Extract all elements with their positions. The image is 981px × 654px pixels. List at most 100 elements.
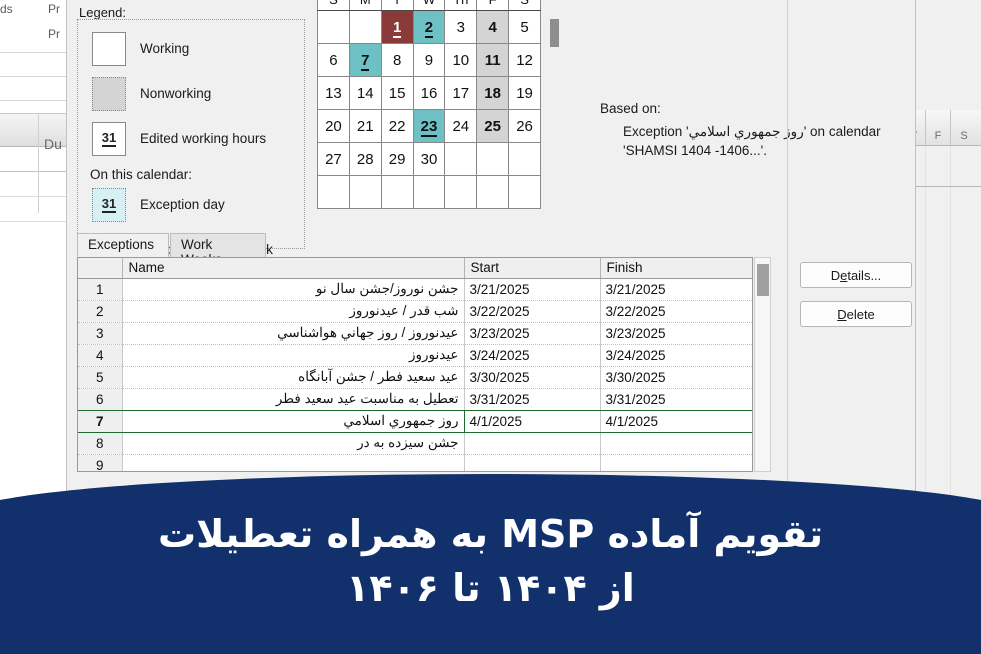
calendar-day-18[interactable]: 18 bbox=[476, 76, 510, 110]
table-row[interactable]: 1 جشن نوروز/جشن سال نو 3/21/2025 3/21/2025 bbox=[78, 278, 752, 301]
row-finish-cell[interactable]: 3/24/2025 bbox=[600, 344, 752, 367]
calendar-day-15[interactable]: 15 bbox=[380, 76, 414, 110]
row-finish-cell[interactable] bbox=[600, 432, 752, 455]
details-label-accel: e bbox=[840, 267, 848, 283]
calendar-scrollbar-thumb[interactable] bbox=[549, 18, 560, 48]
row-name-cell[interactable]: روز جمهوري اسلامي bbox=[121, 409, 465, 433]
row-finish-cell[interactable]: 3/21/2025 bbox=[600, 278, 752, 301]
legend-label-exception-day: Exception day bbox=[140, 197, 225, 212]
calendar-day-9[interactable]: 9 bbox=[412, 43, 446, 77]
row-start-cell[interactable] bbox=[464, 432, 601, 455]
calendar-day-24[interactable]: 24 bbox=[444, 109, 478, 143]
row-name-cell[interactable]: تعطيل به مناسبت عيد سعيد فطر bbox=[122, 388, 465, 411]
calendar-day-20[interactable]: 20 bbox=[317, 109, 350, 143]
details-label-post: tails... bbox=[847, 267, 882, 283]
calendar-week-row: 27 28 29 30 bbox=[317, 142, 541, 176]
change-working-time-dialog: Legend: Working Nonworking 31 Edited wor… bbox=[66, 0, 916, 520]
calendar-day-empty bbox=[317, 10, 350, 44]
row-index-cell[interactable]: 5 bbox=[78, 366, 123, 389]
table-row[interactable]: 8 جشن سيزده به در bbox=[78, 432, 752, 455]
calendar-day-12[interactable]: 12 bbox=[508, 43, 541, 77]
calendar-day-23[interactable]: 23 bbox=[412, 109, 446, 143]
table-row[interactable]: 9 bbox=[78, 454, 752, 471]
calendar-day-22[interactable]: 22 bbox=[380, 109, 414, 143]
row-finish-cell[interactable]: 3/31/2025 bbox=[600, 388, 752, 411]
calendar-day-30[interactable]: 30 bbox=[412, 142, 446, 176]
row-start-cell[interactable]: 3/24/2025 bbox=[464, 344, 601, 367]
calendar-day-3[interactable]: 3 bbox=[444, 10, 478, 44]
delete-button[interactable]: Delete bbox=[800, 301, 912, 327]
row-index-cell[interactable]: 3 bbox=[78, 322, 123, 345]
table-row[interactable]: 6 تعطيل به مناسبت عيد سعيد فطر 3/31/2025 3/… bbox=[78, 388, 752, 411]
row-finish-cell[interactable]: 4/1/2025 bbox=[600, 409, 752, 433]
row-index-cell[interactable]: 1 bbox=[78, 278, 123, 301]
calendar-day-16[interactable]: 16 bbox=[412, 76, 446, 110]
calendar-day-26[interactable]: 26 bbox=[508, 109, 541, 143]
row-start-cell[interactable]: 4/1/2025 bbox=[464, 409, 601, 433]
table-row[interactable]: 4 عيدنوروز 3/24/2025 3/24/2025 bbox=[78, 344, 752, 367]
legend-title: Legend: bbox=[79, 5, 126, 20]
exceptions-table[interactable]: Name Start Finish 1 جشن نوروز/جشن سال نو 3… bbox=[78, 258, 752, 471]
row-index-cell[interactable]: 4 bbox=[78, 344, 123, 367]
calendar-day-2[interactable]: 2 bbox=[412, 10, 446, 44]
row-index-cell[interactable]: 6 bbox=[78, 388, 123, 411]
calendar-day-28[interactable]: 28 bbox=[348, 142, 382, 176]
calendar-day-13[interactable]: 13 bbox=[317, 76, 350, 110]
row-start-cell[interactable]: 3/22/2025 bbox=[464, 300, 601, 323]
row-start-cell[interactable] bbox=[464, 454, 601, 471]
row-name-cell[interactable]: جشن نوروز/جشن سال نو bbox=[122, 278, 465, 301]
exceptions-scrollbar[interactable] bbox=[754, 257, 771, 472]
calendar-body: 1 2 3 4 5 6 7 8 9 10 11 12 13 14 15 16 17 18 19 20 21 22 23 24 2… bbox=[317, 10, 541, 209]
row-index-cell[interactable]: 8 bbox=[78, 432, 123, 455]
calendar-day-10[interactable]: 10 bbox=[444, 43, 478, 77]
calendar-day-25[interactable]: 25 bbox=[476, 109, 510, 143]
calendar-week-row: 1 2345 bbox=[317, 10, 541, 44]
exceptions-table-container[interactable]: Name Start Finish 1 جشن نوروز/جشن سال نو 3… bbox=[77, 257, 753, 472]
calendar-day-5[interactable]: 5 bbox=[508, 10, 541, 44]
calendar-day-4[interactable]: 4 bbox=[476, 10, 510, 44]
row-start-cell[interactable]: 3/23/2025 bbox=[464, 322, 601, 345]
row-start-cell[interactable]: 3/21/2025 bbox=[464, 278, 601, 301]
tab-work-weeks[interactable]: Work Weeks bbox=[170, 233, 266, 267]
calendar-day-6[interactable]: 6 bbox=[317, 43, 350, 77]
calendar-day-14[interactable]: 14 bbox=[348, 76, 382, 110]
row-name-cell[interactable]: عيدنوروز bbox=[122, 344, 465, 367]
row-name-cell[interactable]: عيدنوروز / روز جهاني هواشناسي bbox=[122, 322, 465, 345]
calendar-day-8[interactable]: 8 bbox=[380, 43, 414, 77]
table-row[interactable]: 2 شب قدر / عيدنوروز 3/22/2025 3/22/2025 bbox=[78, 300, 752, 323]
row-name-cell[interactable]: جشن سيزده به در bbox=[122, 432, 465, 455]
col-header-start: Start bbox=[464, 258, 601, 279]
tab-exceptions[interactable]: Exceptions bbox=[77, 233, 169, 257]
calendar-grid[interactable]: S M T W Th F S 1234567891011121314151617… bbox=[317, 0, 541, 209]
row-finish-cell[interactable] bbox=[600, 454, 752, 471]
row-finish-cell[interactable]: 3/22/2025 bbox=[600, 300, 752, 323]
row-name-cell[interactable]: عيد سعيد فطر / جشن آبانگاه bbox=[122, 366, 465, 389]
calendar-day-empty bbox=[476, 142, 510, 176]
calendar-scrollbar[interactable] bbox=[547, 0, 561, 170]
details-button[interactable]: De tails... bbox=[800, 262, 912, 288]
table-row[interactable]: 5 عيد سعيد فطر / جشن آبانگاه 3/30/2025 3/30… bbox=[78, 366, 752, 389]
row-finish-cell[interactable]: 3/23/2025 bbox=[600, 322, 752, 345]
row-index-cell[interactable]: 7 bbox=[78, 409, 123, 433]
calendar-day-19[interactable]: 19 bbox=[508, 76, 541, 110]
based-on-detail: Exception 'روز جمهوري اسلامي' on calenda… bbox=[623, 124, 881, 158]
row-start-cell[interactable]: 3/31/2025 bbox=[464, 388, 601, 411]
row-index-cell[interactable]: 2 bbox=[78, 300, 123, 323]
calendar-day-17[interactable]: 17 bbox=[444, 76, 478, 110]
row-finish-cell[interactable]: 3/30/2025 bbox=[600, 366, 752, 389]
calendar-day-11[interactable]: 11 bbox=[476, 43, 510, 77]
row-index-cell[interactable]: 9 bbox=[78, 454, 123, 471]
calendar-day-7[interactable]: 7 bbox=[348, 43, 382, 77]
calendar-day-1[interactable]: 1 bbox=[380, 10, 414, 44]
exceptions-scrollbar-thumb[interactable] bbox=[757, 264, 769, 296]
calendar-day-27[interactable]: 27 bbox=[317, 142, 350, 176]
row-start-cell[interactable]: 3/30/2025 bbox=[464, 366, 601, 389]
calendar-day-21[interactable]: 21 bbox=[348, 109, 382, 143]
row-name-cell[interactable]: شب قدر / عيدنوروز bbox=[122, 300, 465, 323]
table-row[interactable]: 7 روز جمهوري اسلامي 4/1/2025 4/1/2025 bbox=[78, 409, 752, 433]
legend-label-working: Working bbox=[140, 41, 190, 56]
bg-vline-1 bbox=[38, 113, 39, 213]
calendar-day-29[interactable]: 29 bbox=[380, 142, 414, 176]
row-name-cell[interactable] bbox=[122, 454, 465, 471]
table-row[interactable]: 3 عيدنوروز / روز جهاني هواشناسي 3/23/2025 3… bbox=[78, 322, 752, 345]
